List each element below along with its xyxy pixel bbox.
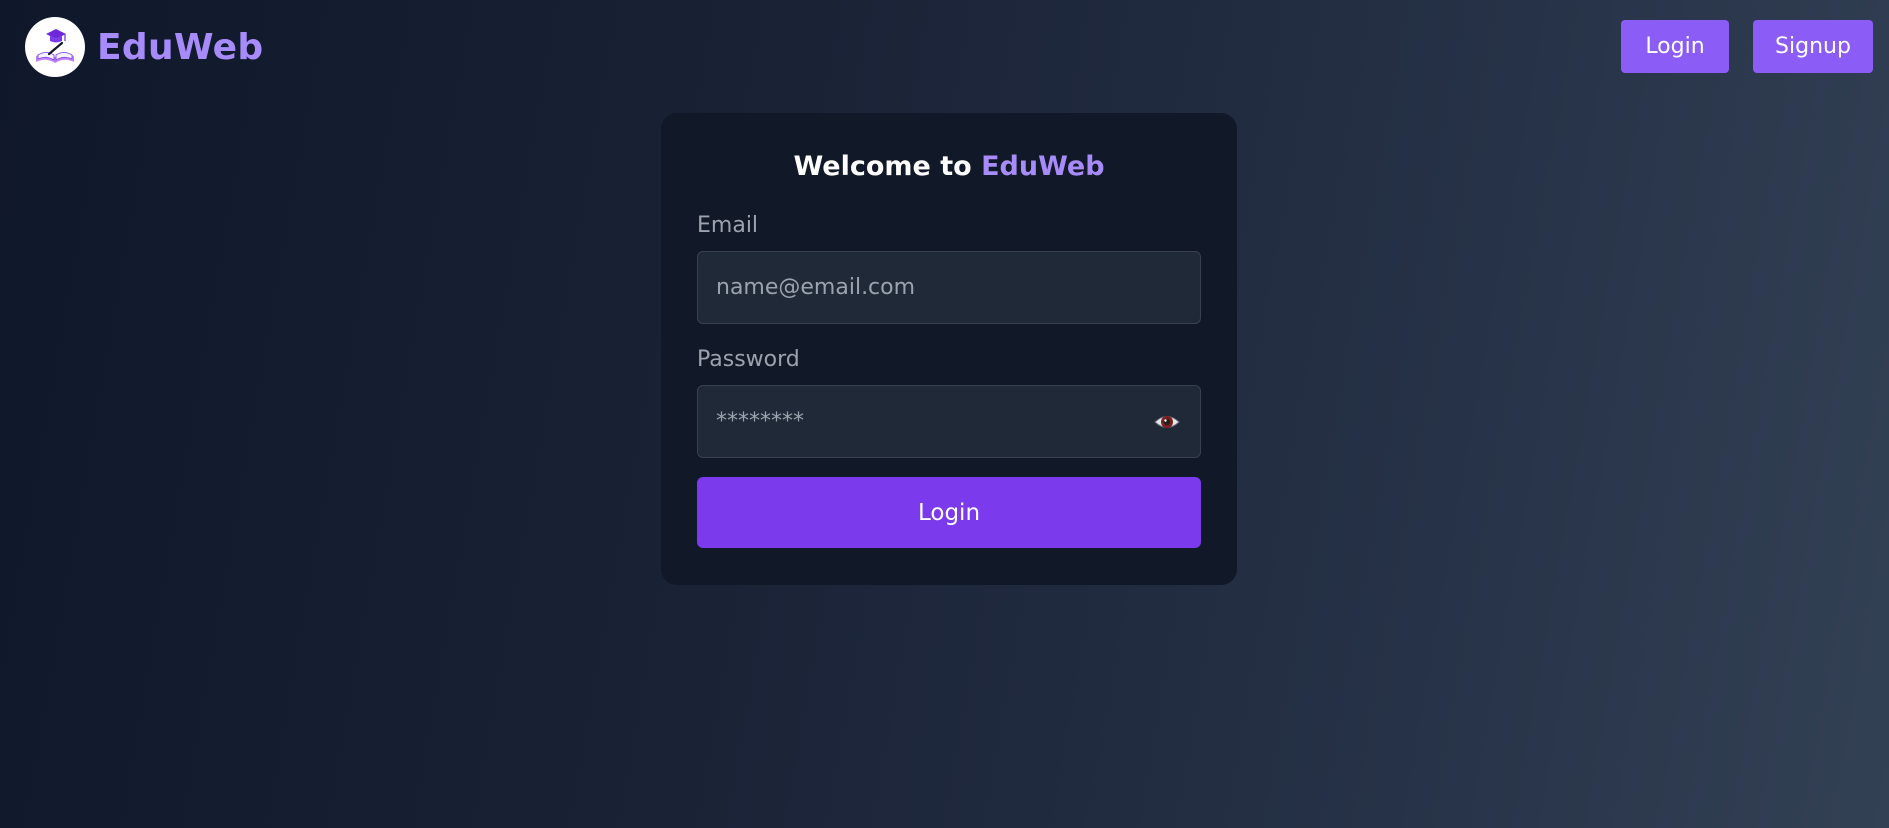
- login-card: Welcome to EduWeb Email Password Login: [661, 113, 1237, 585]
- password-field-box: [697, 385, 1201, 458]
- nav-signup-button[interactable]: Signup: [1753, 20, 1873, 73]
- email-label: Email: [697, 213, 759, 238]
- brand[interactable]: EduWeb: [25, 17, 263, 77]
- password-label: Password: [697, 347, 800, 372]
- password-field[interactable]: [716, 386, 1136, 457]
- top-nav: EduWeb Login Signup: [0, 0, 1889, 94]
- welcome-title-brand: EduWeb: [981, 151, 1105, 182]
- email-field[interactable]: [716, 252, 1136, 323]
- welcome-title: Welcome to EduWeb: [661, 151, 1237, 182]
- graduation-book-icon: [36, 29, 74, 63]
- welcome-title-prefix: Welcome to: [793, 151, 982, 182]
- logo: [25, 17, 85, 77]
- brand-name: EduWeb: [97, 26, 264, 68]
- eye-icon[interactable]: [1154, 410, 1180, 434]
- email-field-box: [697, 251, 1201, 324]
- nav-login-button[interactable]: Login: [1621, 20, 1729, 73]
- login-submit-button[interactable]: Login: [697, 477, 1201, 548]
